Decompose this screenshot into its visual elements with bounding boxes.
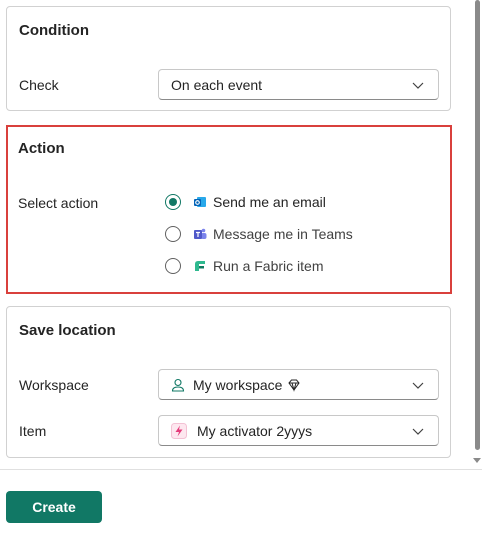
item-dropdown-value: My activator 2yyys <box>197 422 313 439</box>
save-location-card: Save location Workspace My workspace Ite… <box>6 306 451 458</box>
vertical-scrollbar[interactable] <box>472 0 482 468</box>
activator-icon <box>171 422 187 439</box>
check-label: Check <box>19 77 59 93</box>
fabric-icon <box>195 261 205 271</box>
save-location-title: Save location <box>19 322 116 339</box>
chevron-down-icon <box>412 382 424 389</box>
footer-divider <box>0 469 482 470</box>
message-teams-label: Message me in Teams <box>213 226 353 242</box>
check-dropdown[interactable]: On each event <box>158 69 439 100</box>
check-dropdown-value: On each event <box>171 76 263 93</box>
workspace-label: Workspace <box>19 377 89 393</box>
teams-icon <box>194 228 207 239</box>
chevron-down-icon <box>412 428 424 435</box>
condition-title: Condition <box>19 22 89 39</box>
create-button[interactable]: Create <box>6 491 102 523</box>
radio-button-teams[interactable] <box>165 226 181 242</box>
item-label: Item <box>19 423 47 439</box>
workspace-dropdown-value: My workspace <box>193 376 283 393</box>
person-icon <box>171 378 185 392</box>
item-dropdown[interactable]: My activator 2yyys <box>158 415 439 446</box>
condition-card: Condition Check On each event <box>6 6 451 111</box>
outlook-icon <box>194 197 206 207</box>
send-email-label: Send me an email <box>213 194 326 210</box>
panel-scroll-area: Condition Check On each event Action Sel… <box>0 0 470 468</box>
radio-send-email[interactable]: Send me an email <box>165 192 326 212</box>
select-action-label: Select action <box>18 195 99 211</box>
radio-run-fabric[interactable]: Run a Fabric item <box>165 256 323 276</box>
scrollbar-thumb[interactable] <box>475 0 480 450</box>
workspace-dropdown[interactable]: My workspace <box>158 369 439 400</box>
radio-button-fabric[interactable] <box>165 258 181 274</box>
diamond-icon <box>288 379 301 392</box>
run-fabric-label: Run a Fabric item <box>213 258 324 274</box>
action-title: Action <box>18 140 65 157</box>
chevron-down-icon <box>412 82 424 89</box>
radio-button-email[interactable] <box>165 194 181 210</box>
radio-message-teams[interactable]: Message me in Teams <box>165 224 353 244</box>
scroll-down-arrow-icon[interactable] <box>473 458 481 463</box>
